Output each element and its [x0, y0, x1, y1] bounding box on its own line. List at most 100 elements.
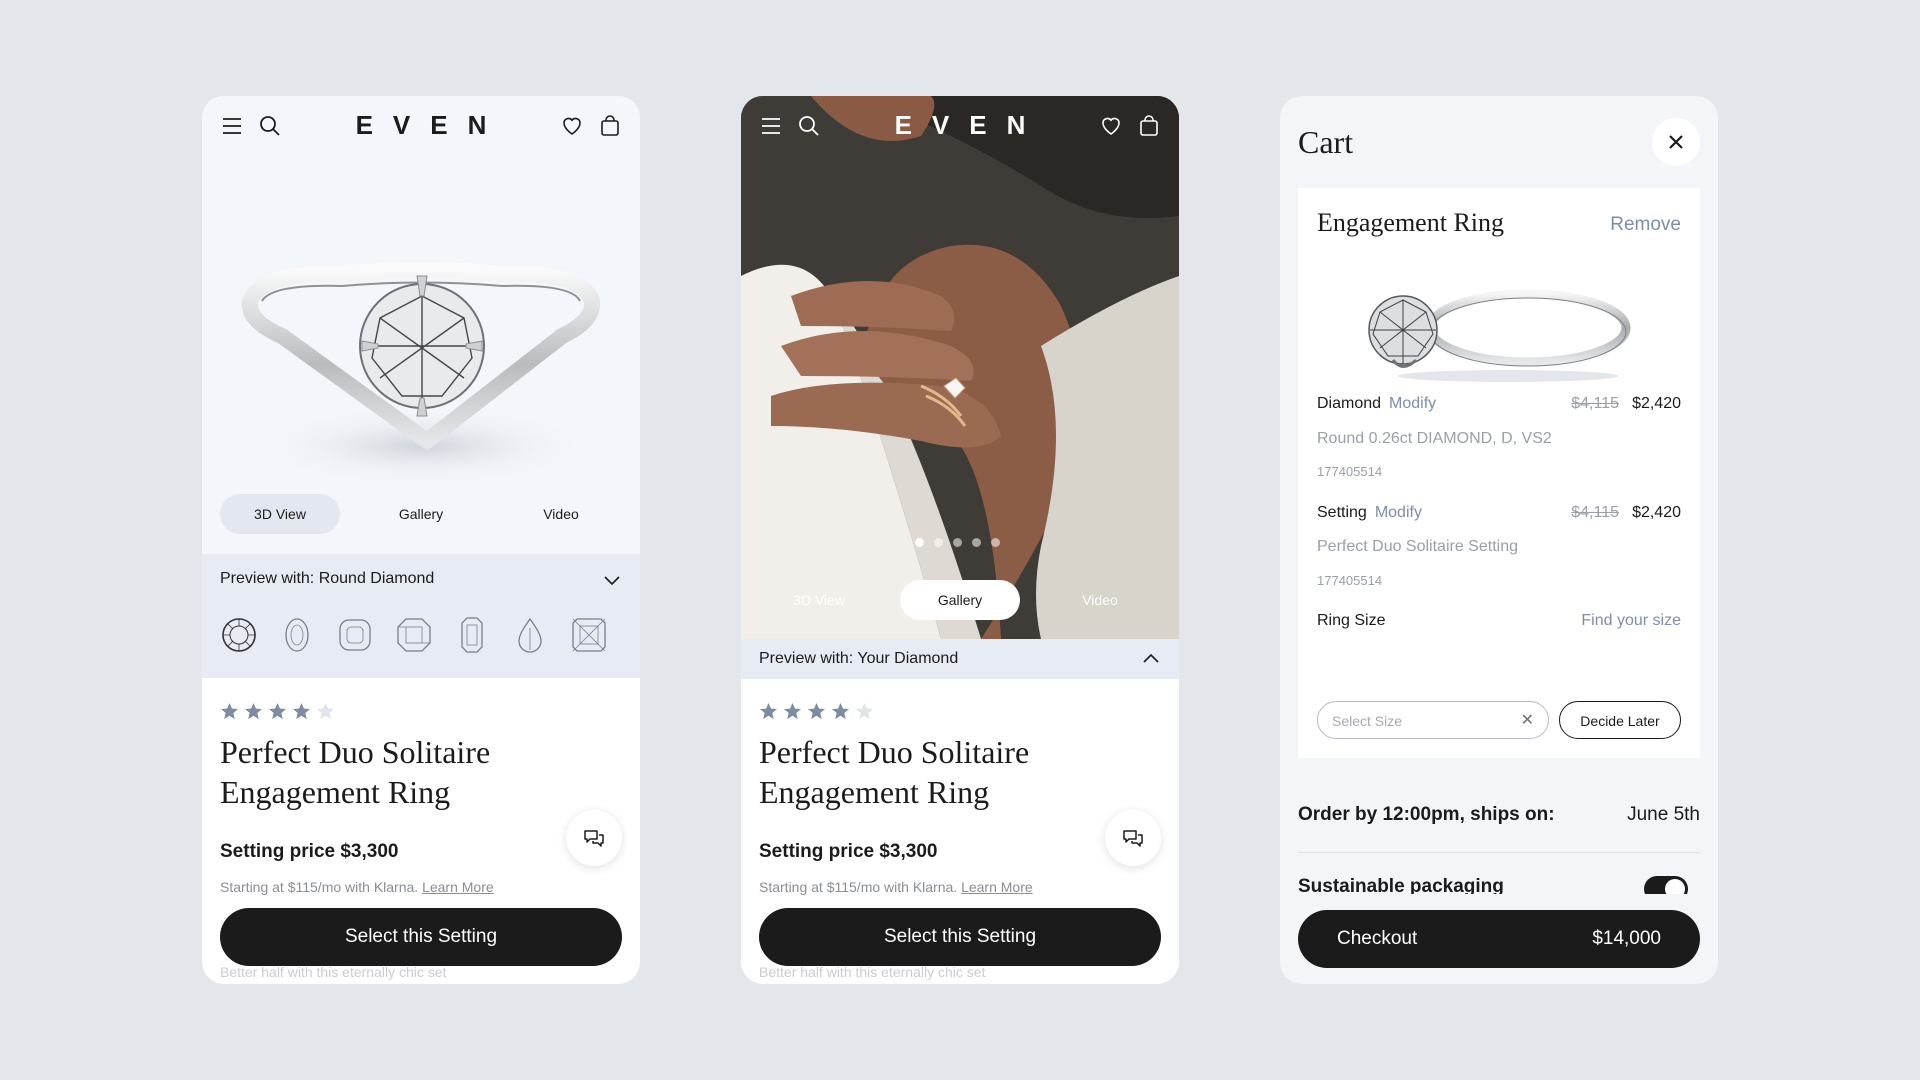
tab-video[interactable]: Video — [1040, 580, 1160, 620]
order-deadline: Order by 12:00pm, ships on: — [1298, 804, 1555, 825]
checkout-button[interactable]: Checkout $14,000 — [1298, 910, 1700, 968]
setting-modify-link[interactable]: Modify — [1375, 504, 1422, 521]
preview-panel: Preview with: Your Diamond — [741, 639, 1179, 679]
setting-description: Perfect Duo Solitaire Setting — [1317, 538, 1518, 555]
sustainable-packaging-label: Sustainable packaging — [1298, 876, 1504, 894]
chevron-down-icon[interactable] — [602, 570, 622, 590]
klarna-info: Starting at $115/mo with Klarna. Learn M… — [220, 879, 494, 895]
description-preview: Better half with this eternally chic set — [220, 964, 447, 980]
product-3d-hero[interactable]: EVEN 3D View Gallery Video — [202, 96, 640, 554]
round-shape-icon[interactable] — [220, 616, 258, 654]
remove-link[interactable]: Remove — [1610, 214, 1681, 236]
product-title-line2: Engagement Ring — [759, 774, 990, 810]
divider — [1298, 852, 1700, 853]
checkout-label: Checkout — [1337, 928, 1418, 949]
klarna-text: Starting at $115/mo with Klarna. — [759, 879, 958, 895]
select-setting-button[interactable]: Select this Setting — [759, 908, 1161, 966]
preview-label[interactable]: Preview with: Round Diamond — [220, 570, 434, 588]
tab-gallery[interactable]: Gallery — [900, 580, 1020, 620]
setting-label: Setting — [1317, 504, 1367, 521]
diamond-row: Diamond Modify — [1317, 395, 1436, 413]
ring-size-select[interactable]: Select Size ✕ — [1317, 701, 1549, 739]
carousel-dot-active[interactable] — [915, 538, 924, 547]
chevron-up-icon[interactable] — [1141, 649, 1161, 669]
cushion-shape-icon[interactable] — [336, 616, 374, 654]
bag-icon[interactable] — [1137, 114, 1161, 138]
radiant-shape-icon[interactable] — [570, 616, 608, 654]
tab-gallery[interactable]: Gallery — [361, 494, 481, 534]
diamond-description: Round 0.26ct DIAMOND, D, VS2 — [1317, 430, 1552, 447]
diamond-old-price: $4,115 — [1571, 395, 1619, 412]
diamond-sku: 177405514 — [1317, 464, 1383, 479]
product-title-line1: Perfect Duo Solitaire — [759, 734, 1030, 770]
star-icon — [807, 702, 826, 721]
carousel-dot[interactable] — [934, 538, 943, 547]
star-empty-icon — [855, 702, 874, 721]
top-nav: EVEN — [741, 96, 1179, 156]
product-page-3d-view: EVEN 3D View Gallery Video Preview with:… — [202, 96, 640, 984]
product-page-gallery: EVEN 3D View Gallery Video Preview with:… — [741, 96, 1179, 984]
star-icon — [268, 702, 287, 721]
item-title: Engagement Ring — [1317, 208, 1505, 237]
setting-old-price: $4,115 — [1571, 504, 1619, 521]
setting-row: Setting Modify — [1317, 504, 1422, 522]
sustainable-packaging-toggle[interactable] — [1644, 876, 1688, 894]
pear-shape-icon[interactable] — [511, 616, 549, 654]
setting-price: Setting price $3,300 — [220, 841, 399, 862]
tab-3d-view[interactable]: 3D View — [759, 580, 879, 620]
rating-stars — [220, 702, 340, 722]
chat-icon — [584, 830, 604, 847]
star-icon — [783, 702, 802, 721]
close-button[interactable] — [1652, 118, 1700, 166]
setting-sku: 177405514 — [1317, 573, 1383, 588]
top-nav: EVEN — [202, 96, 640, 156]
carousel-dot[interactable] — [953, 538, 962, 547]
select-setting-button[interactable]: Select this Setting — [220, 908, 622, 966]
klarna-info: Starting at $115/mo with Klarna. Learn M… — [759, 879, 1033, 895]
media-tabs: 3D View Gallery Video — [759, 580, 1161, 620]
star-empty-icon — [316, 702, 335, 721]
hand-with-ring-photo — [741, 96, 1179, 639]
star-icon — [831, 702, 850, 721]
learn-more-link[interactable]: Learn More — [422, 879, 494, 895]
learn-more-link[interactable]: Learn More — [961, 879, 1033, 895]
gallery-hero[interactable]: EVEN 3D View Gallery Video — [741, 96, 1179, 639]
preview-label[interactable]: Preview with: Your Diamond — [759, 650, 958, 668]
emerald-shape-icon[interactable] — [453, 616, 491, 654]
size-select-placeholder: Select Size — [1332, 713, 1403, 729]
diamond-modify-link[interactable]: Modify — [1389, 395, 1436, 412]
product-title: Perfect Duo Solitaire Engagement Ring — [220, 732, 560, 812]
asscher-shape-icon[interactable] — [395, 616, 433, 654]
chat-button[interactable] — [1105, 810, 1161, 866]
heart-icon[interactable] — [1099, 114, 1123, 138]
solitaire-ring-image — [1368, 289, 1631, 382]
product-title-line1: Perfect Duo Solitaire — [220, 734, 491, 770]
checkout-total: $14,000 — [1592, 928, 1661, 949]
ring-size-label: Ring Size — [1317, 612, 1386, 629]
diamond-shape-picker — [220, 616, 622, 656]
star-icon — [759, 702, 778, 721]
close-icon — [1669, 135, 1683, 149]
find-size-link[interactable]: Find your size — [1581, 612, 1681, 630]
decide-later-button[interactable]: Decide Later — [1559, 701, 1681, 739]
description-preview: Better half with this eternally chic set — [759, 964, 986, 980]
cart-drawer: Cart Engagement Ring Remove Diamond Modif… — [1280, 96, 1718, 984]
product-title: Perfect Duo Solitaire Engagement Ring — [759, 732, 1099, 812]
carousel-dot[interactable] — [972, 538, 981, 547]
oval-shape-icon[interactable] — [278, 616, 316, 654]
rating-stars — [759, 702, 879, 722]
setting-price: $2,420 — [1632, 504, 1681, 521]
klarna-text: Starting at $115/mo with Klarna. — [220, 879, 419, 895]
heart-icon[interactable] — [560, 114, 584, 138]
tab-3d-view[interactable]: 3D View — [220, 494, 340, 534]
carousel-dot[interactable] — [991, 538, 1000, 547]
bag-icon[interactable] — [598, 114, 622, 138]
ring-3d-image — [241, 262, 601, 486]
star-icon — [292, 702, 311, 721]
chat-button[interactable] — [566, 810, 622, 866]
tab-video[interactable]: Video — [501, 494, 621, 534]
diamond-price: $2,420 — [1632, 395, 1681, 412]
clear-icon[interactable]: ✕ — [1521, 702, 1534, 740]
star-icon — [244, 702, 263, 721]
star-icon — [220, 702, 239, 721]
